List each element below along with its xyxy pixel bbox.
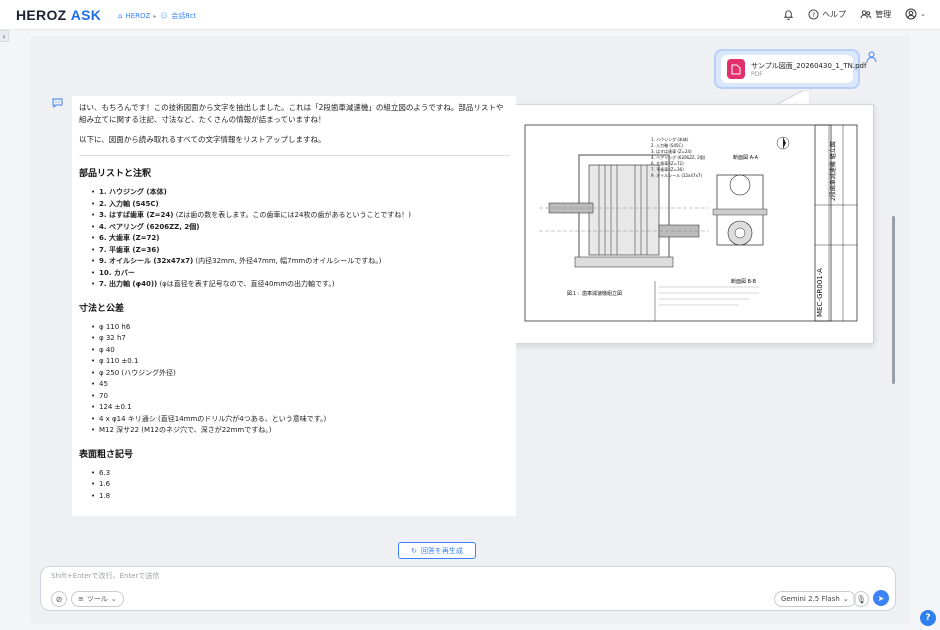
tools-button[interactable]: ≡ ツール ⌄ [71,591,124,607]
callout-1: 1. ハウジング (本体) [651,136,689,142]
section-aa-label: 断面図 A-A [733,154,759,161]
list-item: 1.6 [91,479,510,491]
breadcrumb: ⌂ HEROZ ▸ 💬︎ 会話8ct [118,11,196,21]
message-composer: ⊘ ≡ ツール ⌄ Gemini 2.5 Flash ⌄ 🎙︎ ➤ [40,566,896,611]
callout-6: 6. 大歯車 (Z=72) [651,160,684,166]
list-item: 7. 平歯車 (Z=36) [91,245,510,257]
regenerate-label: 回答を再生成 [420,546,463,555]
section-title-dimensions: 寸法と公差 [79,303,125,314]
section-title-parts: 部品リストと注釈 [79,169,152,179]
tools-icon: ≡ [78,595,84,603]
help-link[interactable]: ? ヘルプ [808,8,847,20]
attach-file-button[interactable]: ⊘ [51,591,67,607]
callout-9: 9. オイルシール (32x47x7) [651,173,702,178]
message-input[interactable] [51,572,651,580]
figure-caption: 図１：歯車減速機組立図 [567,290,622,297]
breadcrumb-home[interactable]: HEROZ [125,12,150,20]
callout-2: 2. 入力軸 (S45C) [651,142,683,148]
admin-label: 管理 [875,9,892,19]
list-item: 4. ベアリング (6206ZZ, 2個) [91,222,510,234]
list-item: φ 250 (ハウジング外径) [91,368,510,380]
app-logo[interactable]: HEROZ ASK [16,7,101,23]
bell-icon[interactable] [783,9,794,20]
question-icon: ? [925,613,931,623]
user-message: サンプル図面_20260430_1_TN.pdf PDF [714,49,866,89]
header-actions: ? ヘルプ 管理 ⌄ [783,8,926,20]
list-item: 1.8 [91,491,510,503]
list-item: 10. カバー [91,268,510,280]
chevron-right-icon: › [2,31,6,41]
help-circle-icon: ? [808,8,819,20]
attachment-file-name: サンプル図面_20260430_1_TN.pdf [751,62,867,70]
users-icon [860,9,872,18]
user-avatar-icon [866,51,877,66]
callout-7: 7. 平歯車 (Z=36) [651,166,684,172]
section-bb-label: 断面図 B-B [731,278,757,285]
assistant-intro-2: 以下に、図面から読み取れるすべての文字情報をリストアップしますね。 [79,134,510,156]
list-item: M12 深サ22 (M12のネジ穴で、深さが22mmですね。) [91,425,510,437]
chat-icon: 💬︎ [159,12,169,20]
chat-scrollbar[interactable] [892,216,895,384]
roughness-list: 6.3 1.6 1.8 [79,468,510,503]
parts-callouts: 1. ハウジング (本体) 2. 入力軸 (S45C) 3. はすば歯車 (Z=… [651,136,706,178]
chevron-down-icon: ⌄ [920,10,926,18]
paperclip-icon: ⊘ [55,594,63,604]
list-item: 4 x φ14 キリ通シ (直径14mmのドリル穴が4つある、という意味です。) [91,414,510,426]
logo-accent: ASK [70,7,102,23]
attachment-file-type: PDF [751,71,763,78]
assistant-message: はい、もちろんです！この技術図面から文字を抽出しました。これは「2段歯車減速機」… [72,96,516,516]
parts-list: 1. ハウジング (本体) 2. 入力軸 (S45C) 3. はすば歯車 (Z=… [79,187,510,291]
top-bar: HEROZ ASK ⌂ HEROZ ▸ 💬︎ 会話8ct ? ヘルプ 管理 ⌄ [0,0,940,30]
list-item: 2. 入力軸 (S45C) [91,199,510,211]
help-label: ヘルプ [822,9,847,19]
callout-4: 4. ベアリング (6206ZZ, 2個) [651,154,706,160]
list-item: 9. オイルシール (32x47x7) (内径32mm, 外径47mm, 幅7m… [91,256,510,268]
chevron-down-icon: ⌄ [842,595,849,603]
tools-label: ツール [86,595,108,603]
list-item: 70 [91,391,510,403]
help-fab-button[interactable]: ? [920,610,936,626]
pdf-file-icon [727,59,745,79]
list-item: φ 32 h7 [91,333,510,345]
refresh-icon: ↻ [411,546,417,555]
list-item: 7. 出力軸 (φ40)) (φは直径を表す記号なので、直径40mmの出力軸です… [91,279,510,291]
model-selector[interactable]: Gemini 2.5 Flash ⌄ [774,591,856,607]
list-item: 124 ±0.1 [91,402,510,414]
sidebar-expand-toggle[interactable]: › [0,30,9,42]
section-title-roughness: 表面粗さ記号 [79,449,134,460]
account-menu[interactable]: ⌄ [905,8,926,20]
breadcrumb-chat[interactable]: 会話8ct [171,11,196,21]
list-item: φ 110 ±0.1 [91,356,510,368]
attachment-chip[interactable]: サンプル図面_20260430_1_TN.pdf PDF [721,55,866,83]
assistant-intro: はい、もちろんです！この技術図面から文字を抽出しました。これは「2段歯車減速機」… [79,103,504,124]
list-item: 3. はすば歯車 (Z=24) (Zは歯の数を表します。この歯車には24枚の歯が… [91,210,510,222]
breadcrumb-separator-icon: ▸ [153,12,157,20]
drawing-number: MEC-GR001-A [816,268,824,317]
list-item: φ 40 [91,345,510,357]
list-item: 6.3 [91,468,510,480]
list-item: φ 110 h6 [91,322,510,334]
list-item: 1. ハウジング (本体) [91,187,510,199]
chevron-down-icon: ⌄ [110,595,117,603]
svg-text:?: ? [812,10,815,18]
send-icon: ➤ [877,593,885,603]
dimensions-list: φ 110 h6 φ 32 h7 φ 40 φ 110 ±0.1 φ 250 (… [79,322,510,437]
microphone-button[interactable]: 🎙︎ [853,591,869,607]
microphone-icon: 🎙︎ [855,594,867,604]
list-item: 6. 大歯車 (Z=72) [91,233,510,245]
assistant-chat-icon [52,98,63,111]
admin-link[interactable]: 管理 [860,9,891,20]
home-icon: ⌂ [118,12,123,20]
regenerate-button[interactable]: ↻ 回答を再生成 [398,542,476,559]
list-item: 45 [91,379,510,391]
user-circle-icon [905,8,917,20]
callout-3: 3. はすば歯車 (Z=24) [651,148,692,154]
engineering-drawing-preview: MEC-GR001-A 2段歯車減速機 組立図 図１：歯車減速機組立図 1. ハ… [524,124,858,322]
logo-main: HEROZ [16,7,67,23]
send-button[interactable]: ➤ [873,590,889,606]
model-label: Gemini 2.5 Flash [781,595,840,603]
drawing-title: 2段歯車減速機 組立図 [829,141,837,201]
document-preview[interactable]: MEC-GR001-A 2段歯車減速機 組立図 図１：歯車減速機組立図 1. ハ… [508,104,874,344]
